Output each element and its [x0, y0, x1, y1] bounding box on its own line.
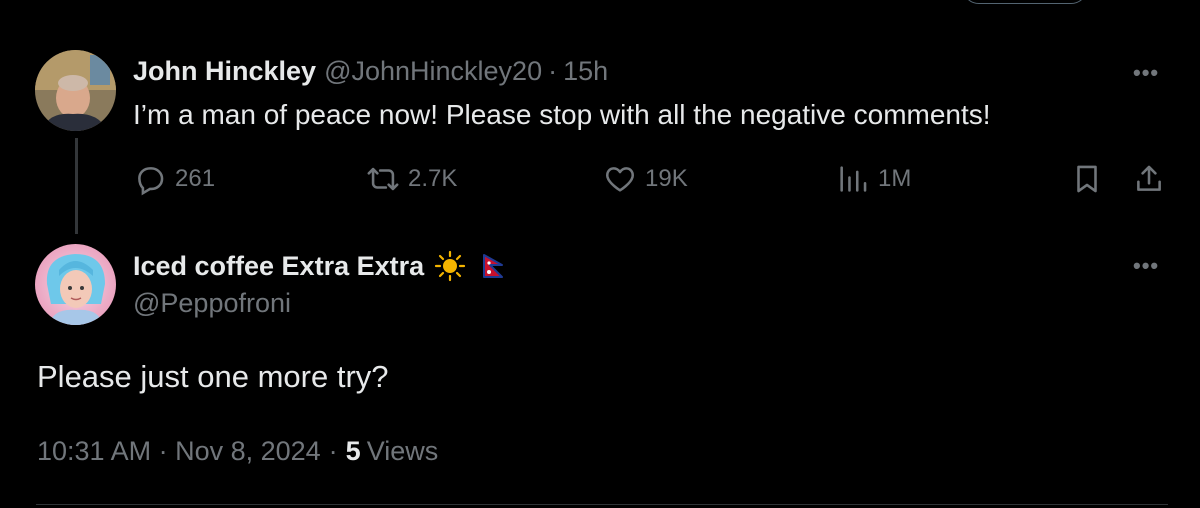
- reply-author-handle[interactable]: @Peppofroni: [133, 288, 291, 319]
- thread-connector-line: [75, 138, 78, 234]
- tweet-time[interactable]: 15h: [563, 56, 608, 87]
- views-separator-dot: ·: [328, 436, 338, 466]
- more-options-icon[interactable]: •••: [1133, 60, 1159, 86]
- reply-author-name[interactable]: Iced coffee Extra Extra: [133, 251, 424, 282]
- reply-timestamp[interactable]: 10:31 AM · Nov 8, 2024: [37, 436, 321, 467]
- reply-views-label: Views: [366, 436, 439, 466]
- tweet-text: I’m a man of peace now! Please stop with…: [133, 99, 991, 130]
- bookmark-icon: [1077, 165, 1097, 193]
- share-button[interactable]: [1132, 162, 1166, 196]
- like-count: 19K: [645, 165, 688, 192]
- share-icon: [1137, 165, 1161, 191]
- avatar-peppofroni[interactable]: [35, 244, 116, 325]
- views-count: 1M: [878, 165, 912, 192]
- views-button[interactable]: 1M: [836, 162, 911, 196]
- repost-count: 2.7K: [408, 165, 458, 192]
- bookmark-button[interactable]: [1070, 162, 1104, 196]
- separator-dot: ·: [548, 56, 558, 86]
- views-icon: [840, 166, 867, 192]
- reply-views-count: 5: [345, 436, 361, 466]
- nepal-flag-icon: [482, 253, 504, 279]
- author-handle[interactable]: @JohnHinckley20: [324, 56, 542, 87]
- avatar-john-hinckley[interactable]: [35, 50, 116, 131]
- reply-icon: [138, 167, 164, 196]
- like-button[interactable]: 19K: [603, 162, 688, 196]
- sun-emoji-icon: [434, 250, 466, 282]
- reply-count: 261: [175, 165, 216, 192]
- bottom-divider: [36, 504, 1168, 505]
- repost-icon: [367, 167, 399, 191]
- reply-more-options-icon[interactable]: •••: [1133, 253, 1159, 279]
- reply-text: Please just one more try?: [37, 359, 389, 394]
- author-name[interactable]: John Hinckley: [133, 56, 316, 87]
- like-icon: [606, 167, 634, 192]
- reply-button[interactable]: 261: [133, 162, 215, 196]
- follow-button-partial[interactable]: [962, 0, 1088, 4]
- repost-button[interactable]: 2.7K: [366, 162, 457, 196]
